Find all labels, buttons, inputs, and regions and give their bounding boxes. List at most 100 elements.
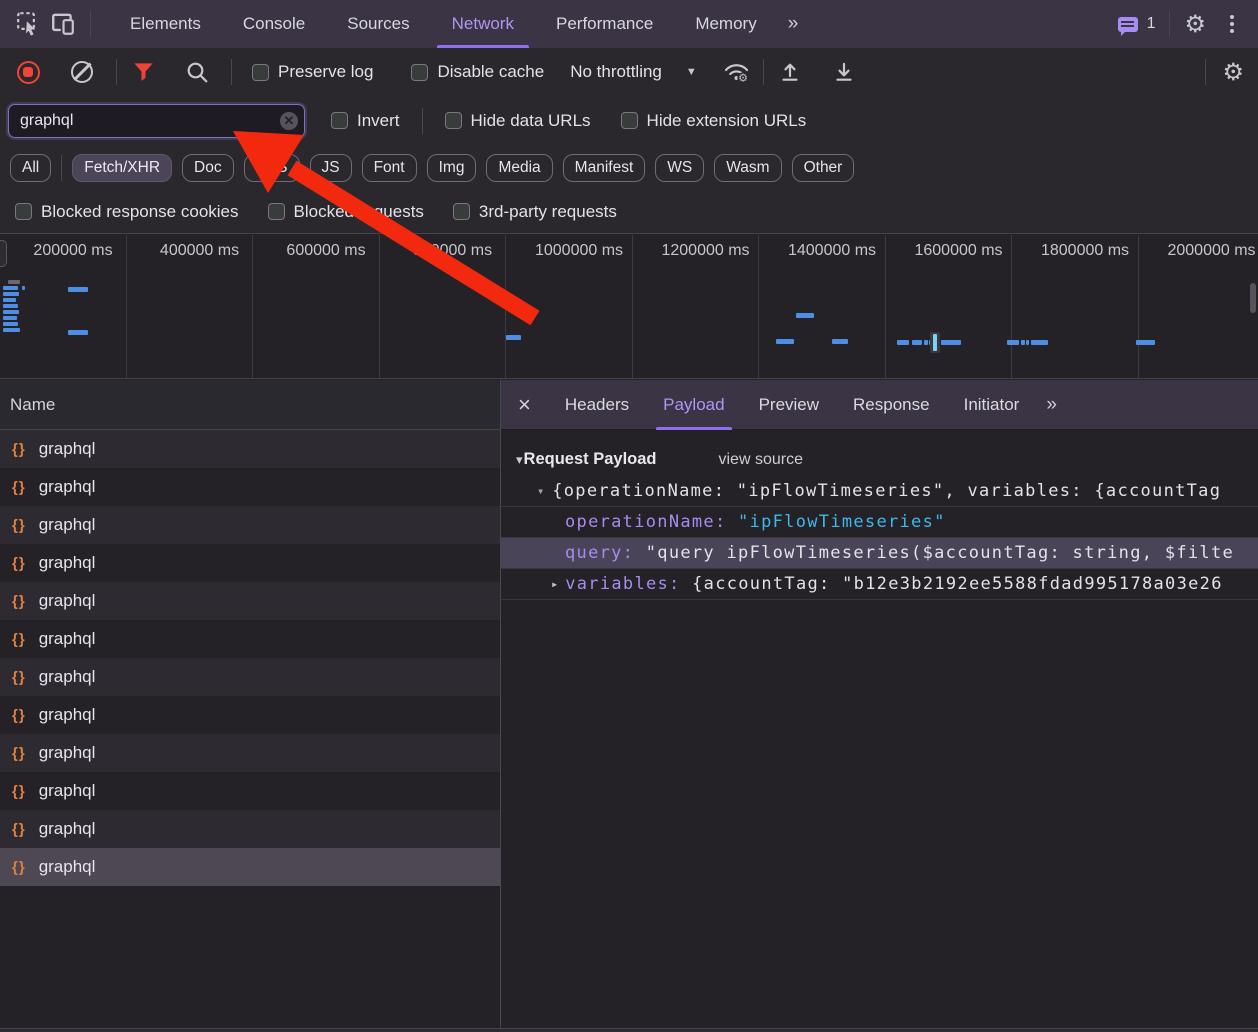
payload-row-variables[interactable]: ▸variables: {accountTag: "b12e3b2192ee55… — [501, 568, 1258, 599]
type-chip-manifest[interactable]: Manifest — [563, 154, 646, 182]
checkbox[interactable] — [331, 112, 348, 129]
checkbox[interactable] — [411, 64, 428, 81]
filter-funnel-icon[interactable] — [129, 58, 157, 86]
request-name: graphql — [39, 705, 96, 725]
collapse-triangle-icon[interactable]: ▾ — [516, 452, 523, 468]
blocked-requests-checkbox[interactable]: Blocked requests — [268, 202, 424, 222]
separator — [116, 59, 117, 85]
name-column-header[interactable]: Name — [0, 380, 500, 430]
request-row[interactable]: {}graphql — [0, 506, 500, 544]
type-chip-other[interactable]: Other — [792, 154, 855, 182]
request-row[interactable]: {}graphql — [0, 810, 500, 848]
tab-initiator[interactable]: Initiator — [947, 380, 1037, 430]
blocked-requests-label[interactable]: Blocked requests — [294, 202, 424, 222]
waterfall-bar — [68, 287, 88, 292]
tab-network[interactable]: Network — [431, 0, 535, 48]
type-chip-css[interactable]: CSS — [244, 154, 300, 182]
device-toolbar-icon[interactable] — [46, 7, 80, 41]
tab-memory[interactable]: Memory — [674, 0, 777, 48]
preserve-log-checkbox[interactable]: Preserve log — [252, 62, 373, 82]
request-row[interactable]: {}graphql — [0, 696, 500, 734]
kebab-menu-icon[interactable] — [1220, 12, 1244, 36]
close-icon[interactable]: × — [501, 392, 548, 418]
checkbox[interactable] — [268, 203, 285, 220]
type-chip-ws[interactable]: WS — [655, 154, 704, 182]
network-overview-timeline[interactable]: 200000 ms400000 ms600000 ms800000 ms1000… — [0, 235, 1258, 379]
payload-row-operationname[interactable]: operationName: "ipFlowTimeseries" — [501, 506, 1258, 537]
blocked-response-cookies-checkbox[interactable]: Blocked response cookies — [15, 202, 239, 222]
tab-elements[interactable]: Elements — [109, 0, 222, 48]
tab-performance[interactable]: Performance — [535, 0, 674, 48]
inspect-element-icon[interactable] — [12, 7, 46, 41]
request-row[interactable]: {}graphql — [0, 468, 500, 506]
type-chip-media[interactable]: Media — [486, 154, 552, 182]
issues-count: 1 — [1147, 15, 1156, 33]
request-row[interactable]: {}graphql — [0, 430, 500, 468]
search-icon[interactable] — [183, 58, 211, 86]
tab-payload[interactable]: Payload — [646, 380, 741, 430]
type-chip-wasm[interactable]: Wasm — [714, 154, 781, 182]
checkbox[interactable] — [252, 64, 269, 81]
third-party-requests-checkbox[interactable]: 3rd-party requests — [453, 202, 617, 222]
payload-row-query[interactable]: query: "query ipFlowTimeseries($accountT… — [501, 537, 1258, 568]
record-network-log-button[interactable] — [14, 58, 42, 86]
type-chip-img[interactable]: Img — [427, 154, 477, 182]
type-chip-font[interactable]: Font — [362, 154, 417, 182]
expand-triangle-icon[interactable]: ▸ — [551, 577, 558, 591]
waterfall-bar — [68, 330, 88, 335]
tab-sources[interactable]: Sources — [326, 0, 430, 48]
devtools-tabbar: ElementsConsoleSourcesNetworkPerformance… — [0, 0, 1258, 48]
request-row[interactable]: {}graphql — [0, 734, 500, 772]
more-detail-tabs-icon[interactable]: » — [1036, 380, 1067, 430]
payload-summary-row[interactable]: ▾ {operationName: "ipFlowTimeseries", va… — [501, 475, 1258, 506]
hide-extension-urls-label[interactable]: Hide extension URLs — [647, 111, 807, 131]
request-row[interactable]: {}graphql — [0, 544, 500, 582]
issues-button[interactable]: 1 — [1118, 15, 1156, 33]
disable-cache-label[interactable]: Disable cache — [437, 62, 544, 82]
hide-data-urls-label[interactable]: Hide data URLs — [471, 111, 591, 131]
request-row[interactable]: {}graphql — [0, 582, 500, 620]
hide-extension-urls-checkbox[interactable]: Hide extension URLs — [621, 111, 807, 131]
separator — [1169, 11, 1170, 37]
hide-data-urls-checkbox[interactable]: Hide data URLs — [445, 111, 591, 131]
checkbox[interactable] — [453, 203, 470, 220]
waterfall-bar — [1136, 340, 1155, 345]
disable-cache-checkbox[interactable]: Disable cache — [411, 62, 544, 82]
clear-filter-icon[interactable]: ✕ — [280, 112, 298, 130]
view-source-link[interactable]: view source — [719, 451, 803, 469]
filter-input[interactable] — [8, 104, 305, 138]
invert-label[interactable]: Invert — [357, 111, 400, 131]
tab-preview[interactable]: Preview — [742, 380, 836, 430]
request-list-pane: Name {}graphql{}graphql{}graphql{}graphq… — [0, 380, 501, 1032]
tab-headers[interactable]: Headers — [548, 380, 646, 430]
tab-console[interactable]: Console — [222, 0, 326, 48]
blocked-response-cookies-label[interactable]: Blocked response cookies — [41, 202, 239, 222]
payload-value: "ipFlowTimeseries" — [727, 512, 946, 532]
waterfall-bar — [3, 322, 18, 326]
collapse-triangle-icon[interactable]: ▾ — [537, 484, 544, 498]
settings-gear-icon[interactable]: ⚙ — [1184, 12, 1206, 36]
network-conditions-icon[interactable]: ⚙ — [723, 58, 751, 86]
preserve-log-label[interactable]: Preserve log — [278, 62, 373, 82]
network-settings-gear-icon[interactable]: ⚙ — [1222, 60, 1244, 84]
export-har-icon[interactable] — [830, 58, 858, 86]
checkbox[interactable] — [445, 112, 462, 129]
request-row[interactable]: {}graphql — [0, 848, 500, 886]
more-panels-icon[interactable]: » — [778, 0, 809, 48]
checkbox[interactable] — [15, 203, 32, 220]
invert-checkbox[interactable]: Invert — [331, 111, 400, 131]
request-row[interactable]: {}graphql — [0, 772, 500, 810]
request-row[interactable]: {}graphql — [0, 620, 500, 658]
clear-network-log-button[interactable] — [68, 58, 96, 86]
type-chip-doc[interactable]: Doc — [182, 154, 234, 182]
request-row[interactable]: {}graphql — [0, 658, 500, 696]
import-har-icon[interactable] — [776, 58, 804, 86]
type-chip-all[interactable]: All — [10, 154, 51, 182]
checkbox[interactable] — [621, 112, 638, 129]
type-chip-js[interactable]: JS — [310, 154, 352, 182]
type-chip-fetch-xhr[interactable]: Fetch/XHR — [72, 154, 172, 182]
waterfall-bar — [506, 335, 521, 340]
throttling-dropdown[interactable]: No throttling ▼ — [570, 62, 697, 82]
third-party-requests-label[interactable]: 3rd-party requests — [479, 202, 617, 222]
tab-response[interactable]: Response — [836, 380, 947, 430]
